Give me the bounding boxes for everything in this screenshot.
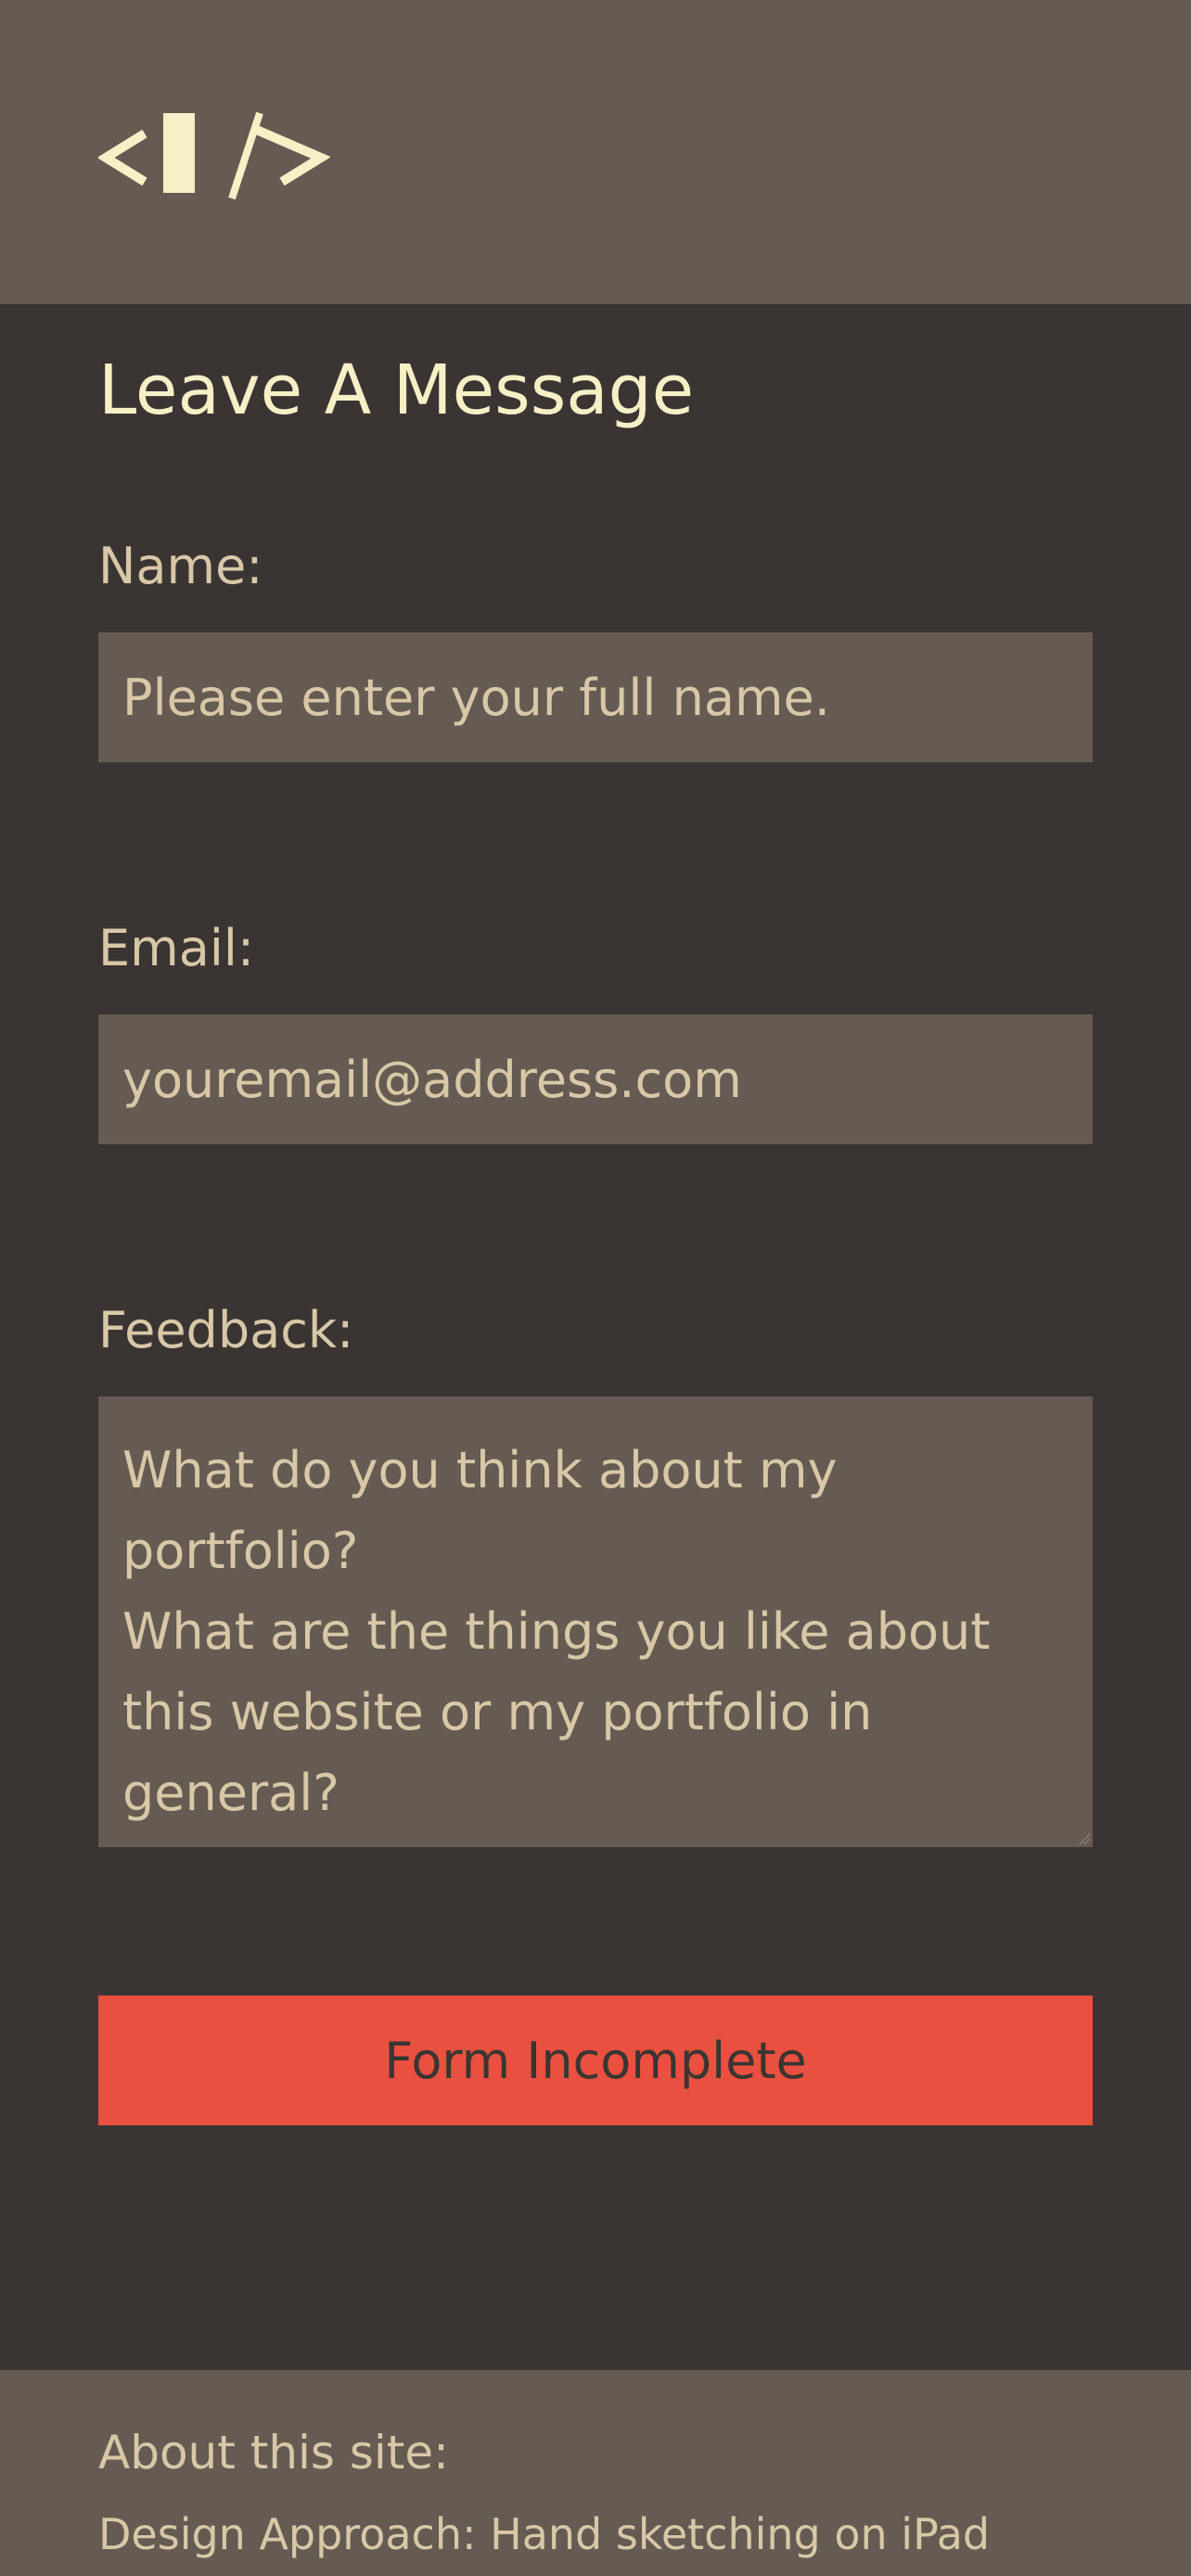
submit-button[interactable]: Form Incomplete <box>98 1996 1093 2125</box>
email-label: Email: <box>98 919 255 977</box>
feedback-placeholder-line: What are the things you like about <box>122 1602 991 1661</box>
feedback-placeholder-line: What do you think about my <box>122 1441 838 1499</box>
footer-text: Design Approach: Hand sketching on iPad <box>98 2509 991 2559</box>
feedback-textarea[interactable]: What do you think about my portfolio? Wh… <box>98 1396 1093 1847</box>
feedback-placeholder-line: general? <box>122 1764 339 1822</box>
feedback-placeholder-line: What are the areas that will need <box>122 1833 1069 1847</box>
message-form: Leave A Message Name: Please enter your … <box>0 304 1191 2370</box>
name-label: Name: <box>98 537 263 595</box>
feedback-placeholder-line: this website or my portfolio in <box>122 1683 873 1741</box>
feedback-placeholder-line: portfolio? <box>122 1522 359 1580</box>
resize-grip-icon[interactable] <box>1078 1832 1091 1845</box>
name-placeholder: Please enter your full name. <box>122 668 830 727</box>
page-title: Leave A Message <box>98 351 695 430</box>
name-field[interactable]: Please enter your full name. <box>98 632 1093 762</box>
footer-heading: About this site: <box>98 2426 450 2480</box>
site-footer: About this site: Design Approach: Hand s… <box>0 2370 1191 2576</box>
feedback-label: Feedback: <box>98 1301 354 1359</box>
email-field[interactable]: youremail@address.com <box>98 1014 1093 1144</box>
site-header <box>0 0 1191 304</box>
submit-button-label: Form Incomplete <box>384 2031 807 2090</box>
email-placeholder: youremail@address.com <box>122 1050 742 1109</box>
code-brackets-icon[interactable] <box>98 109 330 206</box>
